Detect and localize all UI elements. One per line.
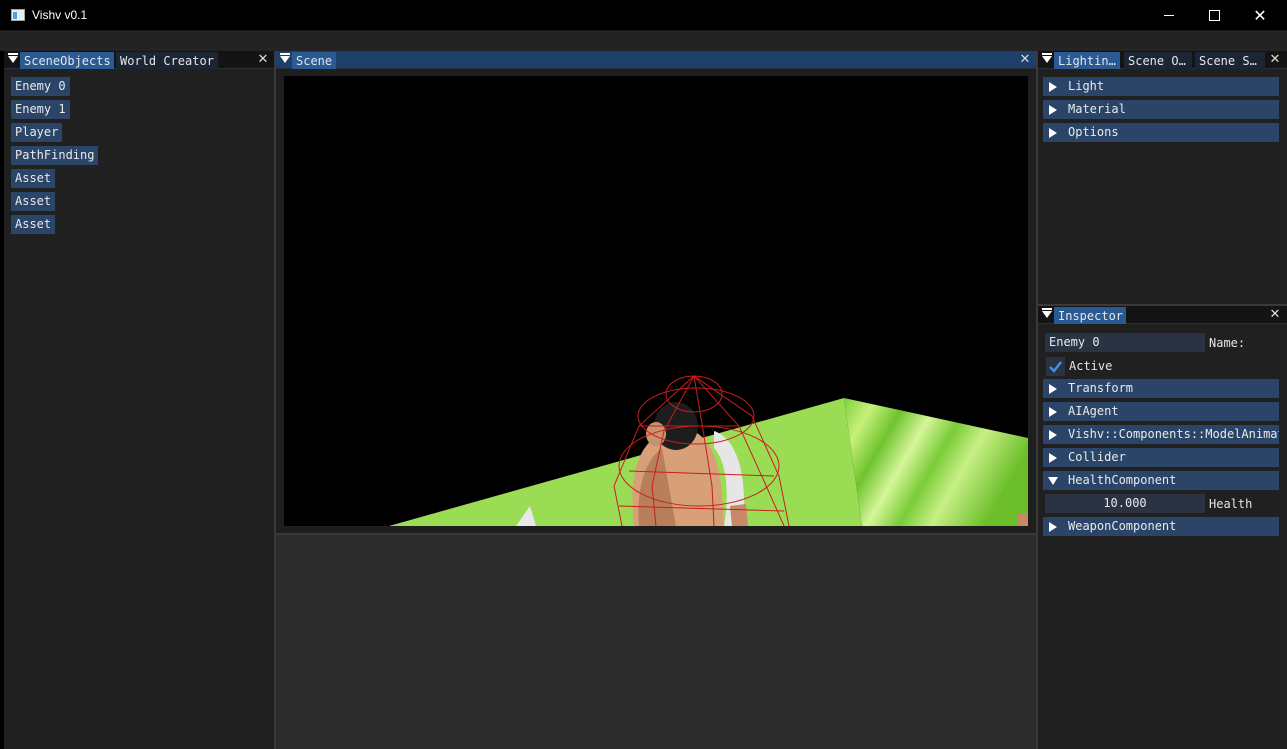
dock-menu-icon[interactable] [1042,53,1052,63]
component-label: WeaponComponent [1068,519,1177,533]
tab-scene[interactable]: Scene [292,52,336,69]
component-model-animator[interactable]: Vishv::Components::ModelAnimat [1043,425,1279,444]
expand-arrow-icon [1049,522,1057,532]
health-label: Health [1209,497,1253,511]
expand-arrow-icon [1049,82,1057,92]
scene-object-button[interactable]: Player [11,123,63,142]
component-label: AIAgent [1068,404,1119,418]
lighting-tabbar: Lightin… Scene O… Scene S… ✕ [1038,51,1287,69]
component-weapon[interactable]: WeaponComponent [1043,517,1279,536]
name-label: Name: [1209,336,1246,350]
scene-object-button[interactable]: Asset [11,192,56,211]
minimize-icon[interactable] [1146,0,1192,31]
maximize-icon[interactable] [1191,0,1237,31]
component-label: Collider [1068,450,1126,464]
scene-render [389,375,1028,526]
tab-inspector[interactable]: Inspector [1054,307,1126,324]
title-bar: Vishv v0.1 ✕ [0,0,1287,31]
close-window-button[interactable]: ✕ [1237,0,1283,31]
active-checkbox[interactable] [1046,357,1065,376]
health-input[interactable]: 10.000 [1045,494,1205,513]
scene-tabbar: Scene ✕ [276,51,1036,69]
expand-arrow-icon [1049,453,1057,463]
tab-scene-objects[interactable]: SceneObjects [20,52,114,69]
scene-object-button[interactable]: Enemy 1 [11,100,70,119]
tab-scene-settings[interactable]: Scene S… [1195,52,1265,69]
window-title: Vishv v0.1 [32,8,88,22]
scene-objects-panel: SceneObjects World Creator ✕ Enemy 0 Ene… [4,51,274,749]
scene-object-button[interactable]: Asset [11,169,56,188]
component-transform[interactable]: Transform [1043,379,1279,398]
section-light[interactable]: Light [1043,77,1279,96]
section-material[interactable]: Material [1043,100,1279,119]
ground-edge [1018,514,1028,526]
scene-objects-tabbar: SceneObjects World Creator ✕ [4,51,274,69]
component-label: Vishv::Components::ModelAnimat [1068,427,1279,441]
ground-plane [389,398,862,526]
component-collider[interactable]: Collider [1043,448,1279,467]
dock-menu-icon[interactable] [280,53,290,63]
tab-lighting[interactable]: Lightin… [1054,52,1120,69]
expand-arrow-icon [1049,128,1057,138]
checkmark-icon [1049,361,1062,373]
bottom-panel [276,535,1036,749]
ground-plane-striped [844,398,1028,526]
inspector-tabbar: Inspector ✕ [1038,306,1287,324]
menu-bar [0,31,1287,51]
section-label: Material [1068,102,1126,116]
scene-object-button[interactable]: Enemy 0 [11,77,70,96]
expand-arrow-icon [1049,430,1057,440]
scene-object-button[interactable]: PathFinding [11,146,99,165]
expand-arrow-icon [1049,105,1057,115]
character-arm-skin [730,504,748,526]
section-options[interactable]: Options [1043,123,1279,142]
tab-world-creator[interactable]: World Creator [116,52,218,69]
name-input[interactable]: Enemy 0 [1045,333,1205,352]
section-label: Options [1068,125,1119,139]
component-label: HealthComponent [1068,473,1177,487]
tab-scene-objects-inspector[interactable]: Scene O… [1124,52,1192,69]
scene-object-button[interactable]: Asset [11,215,56,234]
close-icon[interactable]: ✕ [1268,306,1282,324]
collapse-arrow-icon [1048,477,1058,485]
close-icon[interactable]: ✕ [256,51,270,69]
component-health[interactable]: HealthComponent [1043,471,1279,490]
component-ai-agent[interactable]: AIAgent [1043,402,1279,421]
dock-menu-icon[interactable] [1042,308,1052,318]
component-label: Transform [1068,381,1134,395]
close-icon[interactable]: ✕ [1018,51,1032,69]
active-label: Active [1069,359,1113,373]
expand-arrow-icon [1049,407,1057,417]
expand-arrow-icon [1049,384,1057,394]
section-label: Light [1068,79,1105,93]
dock-menu-icon[interactable] [8,53,18,63]
close-icon[interactable]: ✕ [1268,51,1282,69]
app-icon [11,9,25,21]
scene-viewport[interactable] [284,76,1028,526]
